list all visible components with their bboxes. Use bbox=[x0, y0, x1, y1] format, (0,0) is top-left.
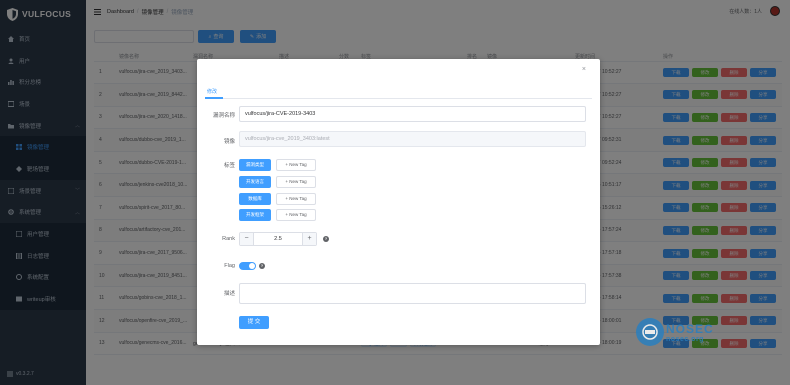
nosec-watermark: NOSEC nosec.org bbox=[636, 318, 714, 346]
watermark-line1: NOSEC bbox=[666, 321, 714, 336]
edit-dialog: × 修改 漏洞名称 vulfocus/jira-CVE-2019-3403 镜像… bbox=[197, 59, 600, 345]
vuln-name-label: 漏洞名称 bbox=[212, 113, 235, 119]
tab-edit[interactable]: 修改 bbox=[207, 88, 217, 95]
new-tag-button[interactable]: + New Tag bbox=[276, 176, 316, 188]
image-label: 镜像 bbox=[223, 139, 235, 145]
watermark-text: NOSEC nosec.org bbox=[666, 322, 714, 343]
close-icon[interactable]: × bbox=[582, 66, 586, 73]
tags-label: 标签 bbox=[223, 163, 235, 169]
help-icon[interactable]: ? bbox=[323, 236, 329, 242]
image-input: vulfocus/jira-cve_2019_3403:latest bbox=[239, 131, 586, 147]
plus-icon[interactable]: + bbox=[303, 233, 316, 245]
flag-toggle[interactable] bbox=[239, 262, 256, 270]
new-tag-button[interactable]: + New Tag bbox=[276, 209, 316, 221]
help-icon[interactable]: ? bbox=[259, 263, 265, 269]
desc-textarea[interactable] bbox=[239, 283, 586, 304]
nosec-logo-icon bbox=[636, 318, 664, 346]
rank-value[interactable]: 2.5 bbox=[253, 233, 303, 245]
flag-label: Flag bbox=[224, 263, 235, 269]
watermark-line2: nosec.org bbox=[666, 335, 704, 343]
tab-divider bbox=[205, 98, 592, 99]
tag-vuln-type[interactable]: 漏洞类型 bbox=[239, 159, 271, 171]
submit-button[interactable]: 提 交 bbox=[239, 316, 269, 329]
minus-icon[interactable]: − bbox=[240, 233, 253, 245]
rank-label: Rank bbox=[222, 236, 235, 242]
new-tag-button[interactable]: + New Tag bbox=[276, 159, 316, 171]
desc-label: 描述 bbox=[223, 291, 235, 297]
tag-database[interactable]: 数据库 bbox=[239, 193, 271, 205]
tag-framework[interactable]: 开发框架 bbox=[239, 209, 271, 221]
new-tag-button[interactable]: + New Tag bbox=[276, 193, 316, 205]
tab-active-indicator bbox=[205, 97, 223, 99]
rank-stepper[interactable]: − 2.5 + bbox=[239, 232, 317, 246]
tag-language[interactable]: 开发语言 bbox=[239, 176, 271, 188]
vuln-name-input[interactable]: vulfocus/jira-CVE-2019-3403 bbox=[239, 106, 586, 122]
